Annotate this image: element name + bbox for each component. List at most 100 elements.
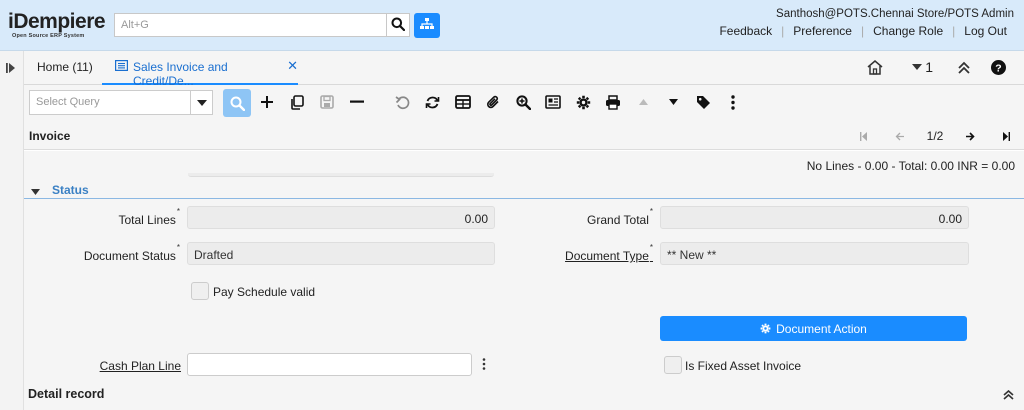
preference-link[interactable]: Preference bbox=[784, 24, 861, 38]
copy-icon bbox=[291, 94, 304, 110]
detail-record-title: Detail record bbox=[28, 387, 105, 401]
minus-icon bbox=[350, 100, 364, 103]
invoice-summary: No Lines - 0.00 - Total: 0.00 INR = 0.00 bbox=[806, 159, 1015, 173]
status-group-header[interactable]: Status bbox=[24, 181, 1024, 199]
pay-schedule-valid-label: Pay Schedule valid bbox=[213, 285, 316, 299]
query-dropdown-button[interactable] bbox=[190, 90, 213, 115]
sitemap-icon bbox=[420, 18, 434, 33]
grand-total-label: Grand Total* bbox=[587, 207, 653, 227]
refresh-icon bbox=[425, 96, 439, 108]
printer-icon bbox=[606, 94, 620, 110]
pay-schedule-valid-checkbox[interactable] bbox=[191, 282, 209, 300]
table-icon bbox=[455, 95, 471, 109]
arrow-left-icon bbox=[895, 132, 904, 140]
record-status-bar: Invoice 1/2 bbox=[24, 122, 1024, 150]
delete-record-button[interactable] bbox=[346, 91, 368, 113]
cash-plan-line-options[interactable] bbox=[482, 358, 486, 373]
previous-button[interactable] bbox=[882, 126, 918, 146]
next-button[interactable] bbox=[952, 126, 988, 146]
window-toolbar: Select Query bbox=[24, 85, 1024, 122]
record-position: 1/2 bbox=[926, 129, 944, 143]
caret-down-icon bbox=[31, 184, 40, 198]
record-navigation: 1/2 bbox=[846, 126, 1024, 146]
collapse-detail-icon[interactable] bbox=[1003, 389, 1014, 403]
tab-label: Sales Invoice and Credit/De... bbox=[133, 60, 228, 88]
svg-text:?: ? bbox=[995, 62, 1001, 74]
total-lines-field[interactable]: 0.00 bbox=[187, 206, 495, 229]
report-button[interactable] bbox=[542, 91, 564, 113]
caret-down-icon bbox=[668, 99, 678, 105]
zoom-in-icon bbox=[515, 94, 531, 110]
feedback-link[interactable]: Feedback bbox=[710, 24, 781, 38]
previous-record-button[interactable] bbox=[632, 91, 654, 113]
global-search-button[interactable] bbox=[387, 13, 410, 37]
save-icon bbox=[320, 95, 334, 109]
window-tab-bar: Home (11) Sales Invoice and Credit/De...… bbox=[24, 51, 1024, 88]
search-icon bbox=[391, 17, 406, 34]
tab-sales-invoice[interactable]: Sales Invoice and Credit/De... ✕ bbox=[102, 51, 298, 88]
more-actions-button[interactable] bbox=[722, 91, 744, 113]
more-vertical-icon bbox=[731, 94, 735, 110]
scrolled-field-edge bbox=[188, 173, 494, 177]
document-type-label[interactable]: Document Type* bbox=[544, 243, 653, 263]
cash-plan-line-label[interactable]: Cash Plan Line bbox=[84, 359, 181, 373]
status-group-label: Status bbox=[52, 183, 89, 197]
tab-bar-actions: 1 ? bbox=[867, 59, 1006, 75]
first-record-button[interactable] bbox=[846, 126, 882, 146]
find-button[interactable] bbox=[223, 89, 251, 117]
help-icon[interactable]: ? bbox=[991, 59, 1006, 75]
tab-title: Invoice bbox=[29, 129, 71, 143]
arrow-right-icon bbox=[966, 131, 975, 141]
copy-record-button[interactable] bbox=[286, 91, 308, 113]
attachment-button[interactable] bbox=[482, 91, 504, 113]
is-fixed-asset-invoice-checkbox[interactable] bbox=[664, 356, 682, 374]
total-lines-label: Total Lines* bbox=[118, 207, 181, 227]
app-header: iDempiere Open Source ERP System Alt+G S… bbox=[0, 0, 1024, 51]
gear-icon bbox=[576, 95, 590, 109]
last-record-button[interactable] bbox=[988, 126, 1024, 146]
save-button[interactable] bbox=[316, 91, 338, 113]
grid-toggle-button[interactable] bbox=[452, 91, 474, 113]
grand-total-field[interactable]: 0.00 bbox=[660, 206, 969, 229]
print-button[interactable] bbox=[602, 91, 624, 113]
undo-button[interactable] bbox=[391, 91, 413, 113]
next-record-button[interactable] bbox=[662, 91, 684, 113]
home-icon[interactable] bbox=[867, 59, 883, 75]
collapse-all-icon[interactable] bbox=[957, 61, 971, 74]
is-fixed-asset-invoice-label: Is Fixed Asset Invoice bbox=[685, 359, 802, 373]
logo-text: iDempiere bbox=[8, 10, 106, 33]
document-status-field[interactable]: Drafted bbox=[187, 242, 495, 265]
select-query-combobox[interactable]: Select Query bbox=[29, 90, 213, 115]
global-search-input[interactable]: Alt+G bbox=[114, 13, 387, 37]
logout-link[interactable]: Log Out bbox=[955, 24, 1016, 38]
change-role-link[interactable]: Change Role bbox=[864, 24, 952, 38]
last-icon bbox=[1003, 131, 1010, 141]
document-action-label: Document Action bbox=[776, 321, 867, 336]
header-links: Feedback | Preference | Change Role | Lo… bbox=[710, 24, 1016, 38]
new-record-button[interactable] bbox=[256, 91, 278, 113]
cash-plan-line-field[interactable] bbox=[187, 353, 472, 376]
menu-tree-button[interactable] bbox=[414, 13, 440, 38]
form-content: No Lines - 0.00 - Total: 0.00 INR = 0.00… bbox=[24, 151, 1024, 410]
document-type-field[interactable]: ** New ** bbox=[660, 242, 969, 265]
window-list-dropdown[interactable]: 1 bbox=[912, 59, 933, 75]
document-status-label: Document Status* bbox=[83, 243, 180, 263]
more-vertical-icon bbox=[482, 358, 486, 370]
plus-icon bbox=[261, 96, 273, 108]
search-icon bbox=[230, 96, 245, 111]
document-action-button[interactable]: Document Action bbox=[660, 316, 967, 341]
process-button[interactable] bbox=[572, 91, 594, 113]
refresh-button[interactable] bbox=[421, 91, 443, 113]
tag-button[interactable] bbox=[692, 91, 714, 113]
close-tab-icon[interactable]: ✕ bbox=[287, 59, 298, 72]
first-icon bbox=[860, 131, 867, 141]
zoom-across-button[interactable] bbox=[512, 91, 534, 113]
west-panel-strip bbox=[0, 51, 24, 410]
paperclip-icon bbox=[486, 95, 499, 108]
tab-home[interactable]: Home (11) bbox=[37, 60, 93, 74]
undo-icon bbox=[395, 95, 409, 109]
expand-panel-icon[interactable] bbox=[6, 62, 16, 76]
idempiere-logo[interactable]: iDempiere Open Source ERP System bbox=[8, 11, 114, 41]
caret-up-icon bbox=[638, 99, 648, 105]
newspaper-icon bbox=[545, 95, 561, 109]
